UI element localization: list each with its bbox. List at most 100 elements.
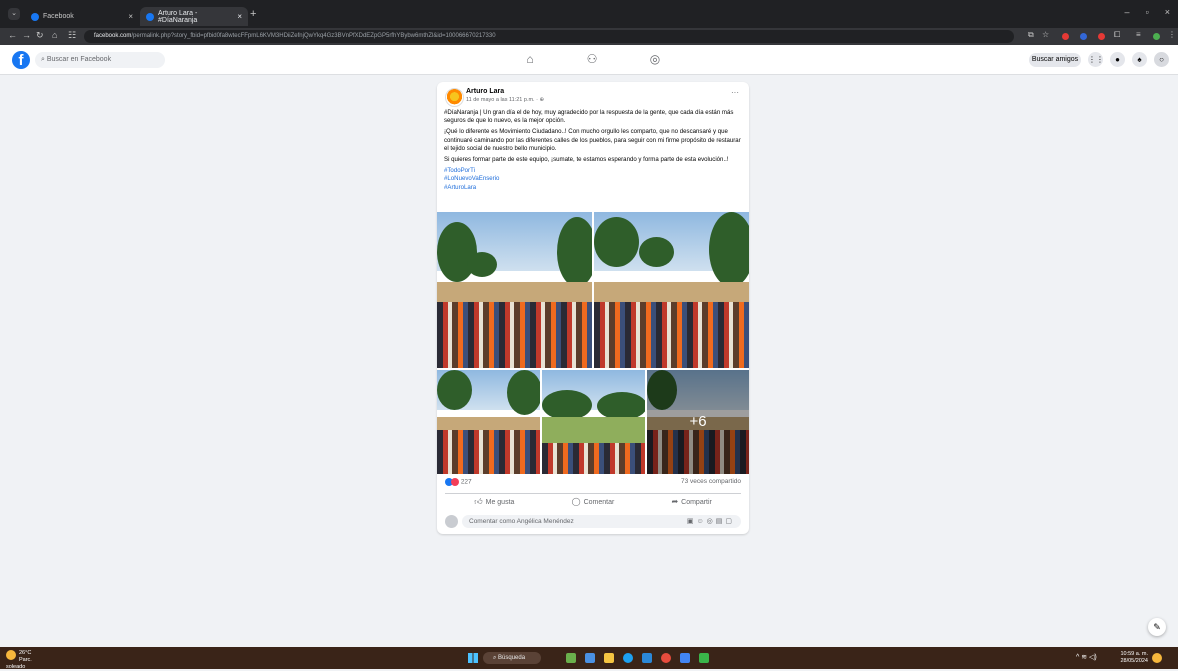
url-path: /permalink.php?story_fbid=pfbid0fa8wtecF…	[131, 33, 496, 39]
post-photo[interactable]	[437, 212, 592, 368]
temperature: 26°C	[19, 650, 32, 656]
close-tab-icon[interactable]: ×	[237, 12, 242, 21]
timestamp-text: 11 de mayo a las 11:21 p.m. ·	[466, 97, 538, 103]
post-author[interactable]: Arturo Lara	[466, 88, 504, 95]
photo-grid: +6	[437, 212, 749, 474]
taskbar-app-icon[interactable]	[585, 653, 595, 663]
tab-title: Facebook	[43, 13, 74, 20]
post-more-options-icon[interactable]: ···	[731, 88, 739, 97]
friends-nav-icon[interactable]: ⚇	[585, 52, 599, 66]
post-paragraph-2: ¡Qué lo diferente es Movimiento Ciudadan…	[444, 128, 741, 152]
taskbar-app-icon[interactable]	[566, 653, 576, 663]
post-photo-more[interactable]: +6	[647, 370, 749, 474]
shares-count[interactable]: 73 veces compartido	[681, 478, 741, 485]
address-bar-row: ← → ↻ ⌂ ☷ facebook.com/permalink.php?sto…	[0, 28, 1178, 45]
gaming-nav-icon[interactable]: ◎	[648, 52, 662, 66]
like-label: Me gusta	[485, 499, 515, 506]
close-window-icon[interactable]: ×	[1165, 7, 1170, 17]
url-domain: facebook.com	[94, 33, 132, 39]
new-message-edit-icon[interactable]: ✎	[1148, 618, 1166, 636]
account-avatar[interactable]: ○	[1154, 52, 1169, 67]
clock[interactable]: 10:59 a. m. 28/05/2024	[1120, 651, 1148, 665]
file-explorer-icon[interactable]	[604, 653, 614, 663]
menu-list-icon[interactable]: ≡	[1136, 30, 1141, 39]
home-icon[interactable]: ⌂	[52, 30, 57, 40]
post-photo[interactable]	[542, 370, 645, 474]
url-field[interactable]: facebook.com/permalink.php?story_fbid=pf…	[84, 30, 1014, 43]
post-photo[interactable]	[437, 370, 540, 474]
site-info-icon[interactable]: ☷	[68, 30, 76, 41]
facebook-logo-icon[interactable]: f	[12, 51, 30, 69]
tab-post[interactable]: Arturo Lara - #DíaNaranja ×	[140, 7, 248, 26]
extensions-puzzle-icon[interactable]: ⧠	[1114, 30, 1120, 40]
taskbar-app-icon[interactable]	[680, 653, 690, 663]
find-friends-button[interactable]: Buscar amigos	[1029, 53, 1081, 67]
thumbs-up-icon: 👍︎	[474, 497, 483, 506]
extension-shield-icon[interactable]	[1080, 33, 1087, 40]
edge-icon[interactable]	[623, 653, 633, 663]
post-photo[interactable]	[594, 212, 749, 368]
notification-center-icon[interactable]	[1152, 653, 1162, 663]
hashtag-link[interactable]: #ArturoLara	[444, 184, 742, 192]
like-button[interactable]: 👍︎ Me gusta	[445, 494, 544, 510]
globe-icon: ⊕	[539, 97, 545, 103]
search-placeholder: Buscar en Facebook	[46, 56, 112, 63]
post-timestamp[interactable]: 11 de mayo a las 11:21 p.m. · ⊕	[466, 97, 544, 103]
reactions-count[interactable]: 227	[461, 479, 472, 486]
comment-composer: Comentar como Angélica Menéndez ▣☺◎▤▢	[445, 515, 741, 529]
facebook-header: f ⌕ Buscar en Facebook ⌂ ⚇ ◎ Buscar amig…	[0, 45, 1178, 75]
maximize-icon[interactable]: ▫	[1146, 7, 1149, 17]
commenter-avatar	[445, 515, 458, 528]
bookmark-star-icon[interactable]: ☆	[1042, 30, 1049, 39]
weather-widget[interactable]: 26°C Parc. soleado	[6, 650, 40, 671]
facebook-favicon-icon	[146, 12, 154, 21]
profile-avatar-icon[interactable]	[1153, 33, 1160, 40]
comment-attachment-icons[interactable]: ▣☺◎▤▢	[687, 515, 735, 528]
minimize-icon[interactable]: –	[1125, 7, 1130, 17]
extension-red-icon[interactable]	[1062, 33, 1069, 40]
taskbar-app-icon[interactable]	[642, 653, 652, 663]
extension-red-icon[interactable]	[1098, 33, 1105, 40]
comment-button[interactable]: ◯ Comentar	[544, 494, 643, 510]
tab-search-button[interactable]: ⌄	[8, 8, 20, 20]
notifications-bell-icon[interactable]: ♠	[1132, 52, 1147, 67]
comment-input[interactable]: Comentar como Angélica Menéndez ▣☺◎▤▢	[462, 515, 741, 528]
post-actions: 👍︎ Me gusta ◯ Comentar ➦ Compartir	[445, 493, 741, 510]
post-paragraph-1: #DíaNaranja | Un gran día el de hoy, muy…	[444, 109, 734, 125]
new-tab-button[interactable]: +	[250, 8, 256, 20]
windows-taskbar: 26°C Parc. soleado ⌕ Búsqueda ^ ≋ ◁) 10:…	[0, 647, 1178, 671]
messenger-icon[interactable]: ●	[1110, 52, 1125, 67]
comment-label: Comentar	[583, 499, 615, 506]
system-tray-icons[interactable]: ^ ≋ ◁)	[1076, 653, 1097, 661]
post-paragraph-3: Si quieres formar parte de este equipo, …	[444, 156, 729, 164]
home-nav-icon[interactable]: ⌂	[523, 52, 537, 66]
menu-grid-icon[interactable]: ⋮⋮	[1088, 52, 1104, 67]
post-text: #DíaNaranja | Un gran día el de hoy, muy…	[444, 109, 742, 192]
tab-title: Arturo Lara - #DíaNaranja	[158, 9, 198, 24]
hashtag-link[interactable]: #LoNuevoVaEnserio	[444, 175, 742, 183]
reload-icon[interactable]: ↻	[36, 30, 44, 41]
forward-icon[interactable]: →	[22, 30, 31, 40]
weather-sun-icon	[6, 650, 16, 660]
cast-icon[interactable]: ⧉	[1028, 30, 1034, 40]
hashtag-link[interactable]: #TodoPorTi	[444, 167, 742, 175]
close-tab-icon[interactable]: ×	[128, 12, 133, 21]
back-icon[interactable]: ←	[8, 30, 17, 40]
love-reaction-icon	[451, 478, 459, 486]
taskbar-search[interactable]: ⌕ Búsqueda	[483, 652, 541, 664]
chrome-icon[interactable]	[661, 653, 671, 663]
post-stats: 227 73 veces compartido	[445, 478, 741, 488]
more-photos-count: +6	[647, 370, 749, 474]
search-input[interactable]: ⌕ Buscar en Facebook	[35, 52, 165, 68]
clock-date: 28/05/2024	[1120, 658, 1148, 664]
taskbar-app-icon[interactable]	[699, 653, 709, 663]
clock-time: 10:59 a. m.	[1120, 651, 1148, 657]
share-button[interactable]: ➦ Compartir	[642, 494, 741, 510]
comment-bubble-icon: ◯	[571, 497, 581, 506]
more-vert-icon[interactable]: ⋮	[1168, 30, 1176, 39]
share-label: Compartir	[681, 499, 712, 506]
tab-facebook[interactable]: Facebook ×	[25, 7, 139, 26]
author-avatar[interactable]	[445, 88, 464, 107]
tab-bar: ⌄ Facebook × Arturo Lara - #DíaNaranja ×…	[0, 0, 1178, 28]
windows-start-icon[interactable]	[468, 653, 478, 663]
